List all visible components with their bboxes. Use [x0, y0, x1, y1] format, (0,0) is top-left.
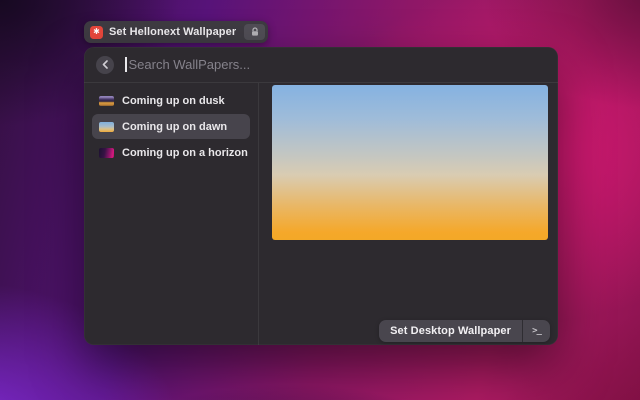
chevron-left-icon — [102, 60, 109, 69]
window-body: Coming up on dusk Coming up on dawn Comi… — [84, 83, 558, 345]
search-bar — [84, 47, 558, 83]
lock-icon — [244, 24, 265, 40]
dawn-thumbnail-icon — [99, 122, 114, 132]
list-item-dusk[interactable]: Coming up on dusk — [92, 88, 250, 113]
text-caret — [125, 57, 127, 72]
list-item-label: Coming up on dusk — [122, 95, 225, 107]
list-item-dawn[interactable]: Coming up on dawn — [92, 114, 250, 139]
hellonext-app-icon: ✱ — [90, 26, 103, 39]
enter-key-hint-icon: >_ — [523, 320, 550, 342]
detail-panel: Set Desktop Wallpaper >_ — [259, 83, 558, 345]
back-button[interactable] — [96, 56, 114, 74]
search-input[interactable] — [129, 57, 547, 72]
list-item-horizon[interactable]: Coming up on a horizon — [92, 140, 250, 165]
dusk-thumbnail-icon — [99, 96, 114, 106]
desktop-background: ✱ Set Hellonext Wallpaper — [0, 0, 640, 400]
horizon-thumbnail-icon — [99, 148, 114, 158]
wallpaper-list: Coming up on dusk Coming up on dawn Comi… — [84, 83, 259, 345]
wallpaper-preview-image — [272, 85, 548, 240]
list-item-label: Coming up on a horizon — [122, 147, 248, 159]
set-desktop-wallpaper-button[interactable]: Set Desktop Wallpaper >_ — [379, 320, 550, 342]
list-item-label: Coming up on dawn — [122, 121, 227, 133]
action-button-label: Set Desktop Wallpaper — [379, 320, 522, 342]
command-pill: ✱ Set Hellonext Wallpaper — [84, 21, 268, 43]
command-title: Set Hellonext Wallpaper — [109, 26, 236, 38]
wallpaper-picker-window: Coming up on dusk Coming up on dawn Comi… — [84, 47, 558, 345]
